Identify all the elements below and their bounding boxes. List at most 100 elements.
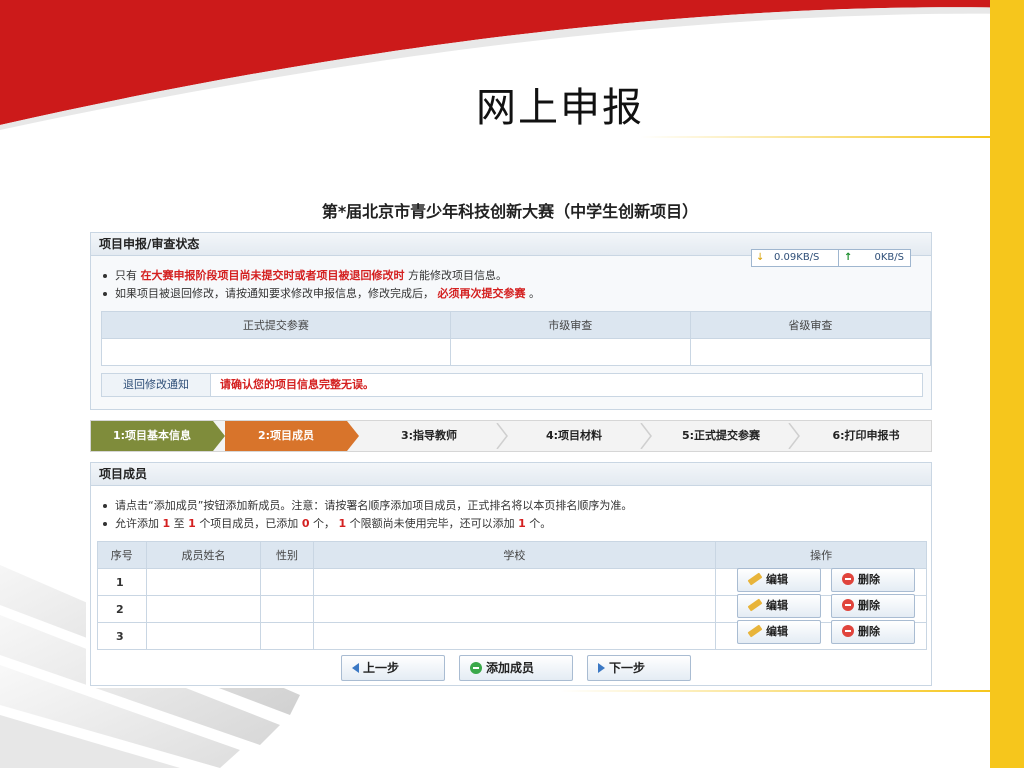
member-name-cell: [145, 622, 262, 650]
members-panel: 项目成员 请点击“添加成员”按钮添加新成员。注意：请按署名顺序添加项目成员，正式…: [90, 462, 932, 686]
wizard-steps: 1:项目基本信息 2:项目成员 3:指导教师 4:项目材料 5:正式提交参赛 6…: [90, 420, 932, 452]
member-gender-cell: [260, 595, 314, 623]
plus-icon: [470, 661, 482, 674]
next-step-button[interactable]: 下一步: [587, 655, 691, 681]
note-number: 1: [188, 517, 196, 530]
status-note-2: 如果项目被退回修改，请按通知要求修改申报信息，修改完成后， 必须再次提交参赛 。: [103, 285, 540, 301]
delete-label: 删除: [858, 573, 880, 586]
delete-icon: [842, 625, 854, 637]
note-text: 个项目成员，已添加: [199, 517, 299, 530]
column-header: 操作: [715, 541, 927, 569]
step-arrow: [347, 421, 359, 451]
review-status-table: 正式提交参赛 市级审查 省级审查: [101, 311, 932, 366]
add-member-button[interactable]: 添加成员: [459, 655, 573, 681]
bullet: [103, 292, 107, 296]
step-submit[interactable]: 5:正式提交参赛: [653, 421, 789, 451]
note-text: 请点击“添加成员”按钮添加新成员。注意：请按署名顺序添加项目成员，正式排名将以本…: [115, 499, 633, 512]
step-chevron: [496, 423, 508, 449]
member-name-cell: [145, 595, 262, 623]
note-text: 允许添加: [115, 517, 159, 530]
note-text: 。: [529, 287, 540, 300]
delete-icon: [842, 599, 854, 611]
note-number: 0: [301, 517, 310, 530]
bullet: [103, 274, 107, 278]
arrow-right-icon: [598, 662, 605, 673]
status-cell: [449, 338, 691, 366]
edit-label: 编辑: [766, 573, 788, 586]
note-number: 1: [338, 517, 347, 530]
network-speed-widget: ↓ 0.09KB/S ↑ 0KB/S: [751, 249, 911, 267]
delete-button[interactable]: 删除: [831, 620, 915, 644]
member-school-cell: [312, 568, 717, 596]
member-gender-cell: [260, 622, 314, 650]
note-text: 个，: [312, 517, 335, 530]
download-arrow-icon: ↓: [756, 252, 765, 263]
column-header: 省级审查: [689, 311, 932, 339]
note-text: 只有: [115, 269, 137, 282]
column-header: 市级审查: [449, 311, 691, 339]
row-number: 3: [97, 622, 147, 650]
previous-step-label: 上一步: [363, 661, 400, 675]
step-advisors[interactable]: 3:指导教师: [361, 421, 497, 451]
column-header: 序号: [97, 541, 147, 569]
column-header: 学校: [312, 541, 717, 569]
step-chevron: [640, 423, 652, 449]
edit-button[interactable]: 编辑: [737, 594, 821, 618]
delete-button[interactable]: 删除: [831, 568, 915, 592]
status-cell: [689, 338, 932, 366]
step-members[interactable]: 2:项目成员: [225, 421, 347, 451]
step-arrow: [213, 421, 225, 451]
bottom-divider: [560, 690, 990, 692]
yellow-side-bar: [990, 0, 1024, 768]
status-panel: 项目申报/审查状态 ↓ 0.09KB/S ↑ 0KB/S 只有 在大赛申报阶段项…: [90, 232, 932, 410]
step-print[interactable]: 6:打印申报书: [801, 421, 931, 451]
delete-icon: [842, 573, 854, 585]
members-panel-header: 项目成员: [91, 463, 931, 486]
pencil-icon: [747, 598, 763, 612]
row-number: 2: [97, 595, 147, 623]
note-highlight: 在大赛申报阶段项目尚未提交时或者项目被退回修改时: [140, 269, 405, 282]
arrow-left-icon: [352, 662, 359, 673]
return-notice-message: 请确认您的项目信息完整无误。: [220, 378, 374, 391]
upload-arrow-icon: ↑: [844, 252, 853, 263]
return-notice-label: 退回修改通知: [102, 374, 211, 396]
member-school-cell: [312, 622, 717, 650]
add-member-label: 添加成员: [486, 661, 535, 675]
note-text: 至: [173, 517, 185, 530]
step-materials[interactable]: 4:项目材料: [509, 421, 639, 451]
column-header: 性别: [260, 541, 314, 569]
note-text: 个。: [529, 517, 552, 530]
upload-speed: 0KB/S: [874, 252, 905, 263]
member-gender-cell: [260, 568, 314, 596]
delete-label: 删除: [858, 625, 880, 638]
members-note-2: 允许添加 1 至 1 个项目成员，已添加 0 个， 1 个限额尚未使用完毕，还可…: [103, 515, 551, 531]
note-number: 1: [162, 517, 171, 530]
bullet: [103, 522, 107, 526]
note-text: 如果项目被退回修改，请按通知要求修改申报信息，修改完成后，: [115, 287, 434, 300]
status-note-1: 只有 在大赛申报阶段项目尚未提交时或者项目被退回修改时 方能修改项目信息。: [103, 267, 507, 283]
edit-label: 编辑: [766, 625, 788, 638]
previous-step-button[interactable]: 上一步: [341, 655, 445, 681]
pencil-icon: [747, 572, 763, 586]
row-number: 1: [97, 568, 147, 596]
next-step-label: 下一步: [609, 661, 646, 675]
member-name-cell: [145, 568, 262, 596]
edit-label: 编辑: [766, 599, 788, 612]
note-text: 方能修改项目信息。: [408, 269, 507, 282]
members-note-1: 请点击“添加成员”按钮添加新成员。注意：请按署名顺序添加项目成员，正式排名将以本…: [103, 497, 632, 513]
download-speed: 0.09KB/S: [774, 252, 820, 263]
note-text: 个限额尚未使用完毕，还可以添加: [349, 517, 515, 530]
column-header: 成员姓名: [145, 541, 262, 569]
edit-button[interactable]: 编辑: [737, 620, 821, 644]
step-basic-info[interactable]: 1:项目基本信息: [91, 421, 213, 451]
slide-title: 网上申报: [476, 85, 644, 131]
member-school-cell: [312, 595, 717, 623]
delete-label: 删除: [858, 599, 880, 612]
speed-separator: [838, 250, 839, 266]
status-cell: [101, 338, 451, 366]
delete-button[interactable]: 删除: [831, 594, 915, 618]
column-header: 正式提交参赛: [101, 311, 451, 339]
note-highlight: 必须再次提交参赛: [437, 287, 526, 300]
edit-button[interactable]: 编辑: [737, 568, 821, 592]
return-notice: 退回修改通知 请确认您的项目信息完整无误。: [101, 373, 923, 397]
